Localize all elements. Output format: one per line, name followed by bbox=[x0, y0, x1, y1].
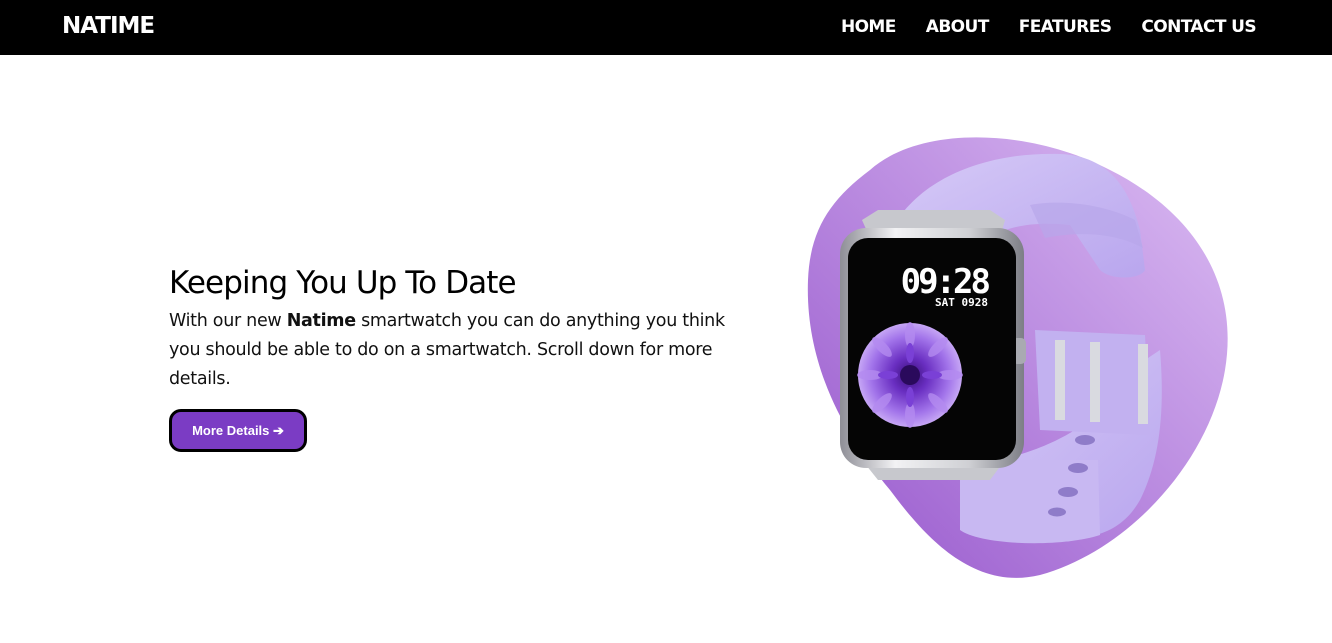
nav-link-about[interactable]: ABOUT bbox=[926, 14, 990, 40]
hero-section: Keeping You Up To Date With our new Nati… bbox=[169, 262, 769, 394]
nav-link-home[interactable]: HOME bbox=[841, 14, 896, 40]
hero-title: Keeping You Up To Date bbox=[169, 265, 517, 301]
top-navbar: NATIME HOME ABOUT FEATURES CONTACT US bbox=[0, 0, 1332, 55]
nav-link-contact-us[interactable]: CONTACT US bbox=[1141, 14, 1256, 40]
more-details-button[interactable]: More Details ➔ bbox=[169, 409, 307, 452]
flower-watchface bbox=[857, 322, 963, 428]
hero-description-intro: With our new bbox=[169, 311, 287, 331]
hero-description-brand: Natime bbox=[286, 311, 356, 331]
nav-links: HOME ABOUT FEATURES CONTACT US bbox=[841, 14, 1257, 40]
smartwatch-hero-image: 09:28 SAT 0928 bbox=[807, 137, 1228, 578]
watch-date: SAT 0928 bbox=[935, 296, 988, 309]
brand-logo[interactable]: NATIME bbox=[62, 11, 155, 41]
hero-description: With our new Natime smartwatch you can d… bbox=[169, 307, 759, 394]
nav-link-features[interactable]: FEATURES bbox=[1019, 14, 1112, 40]
